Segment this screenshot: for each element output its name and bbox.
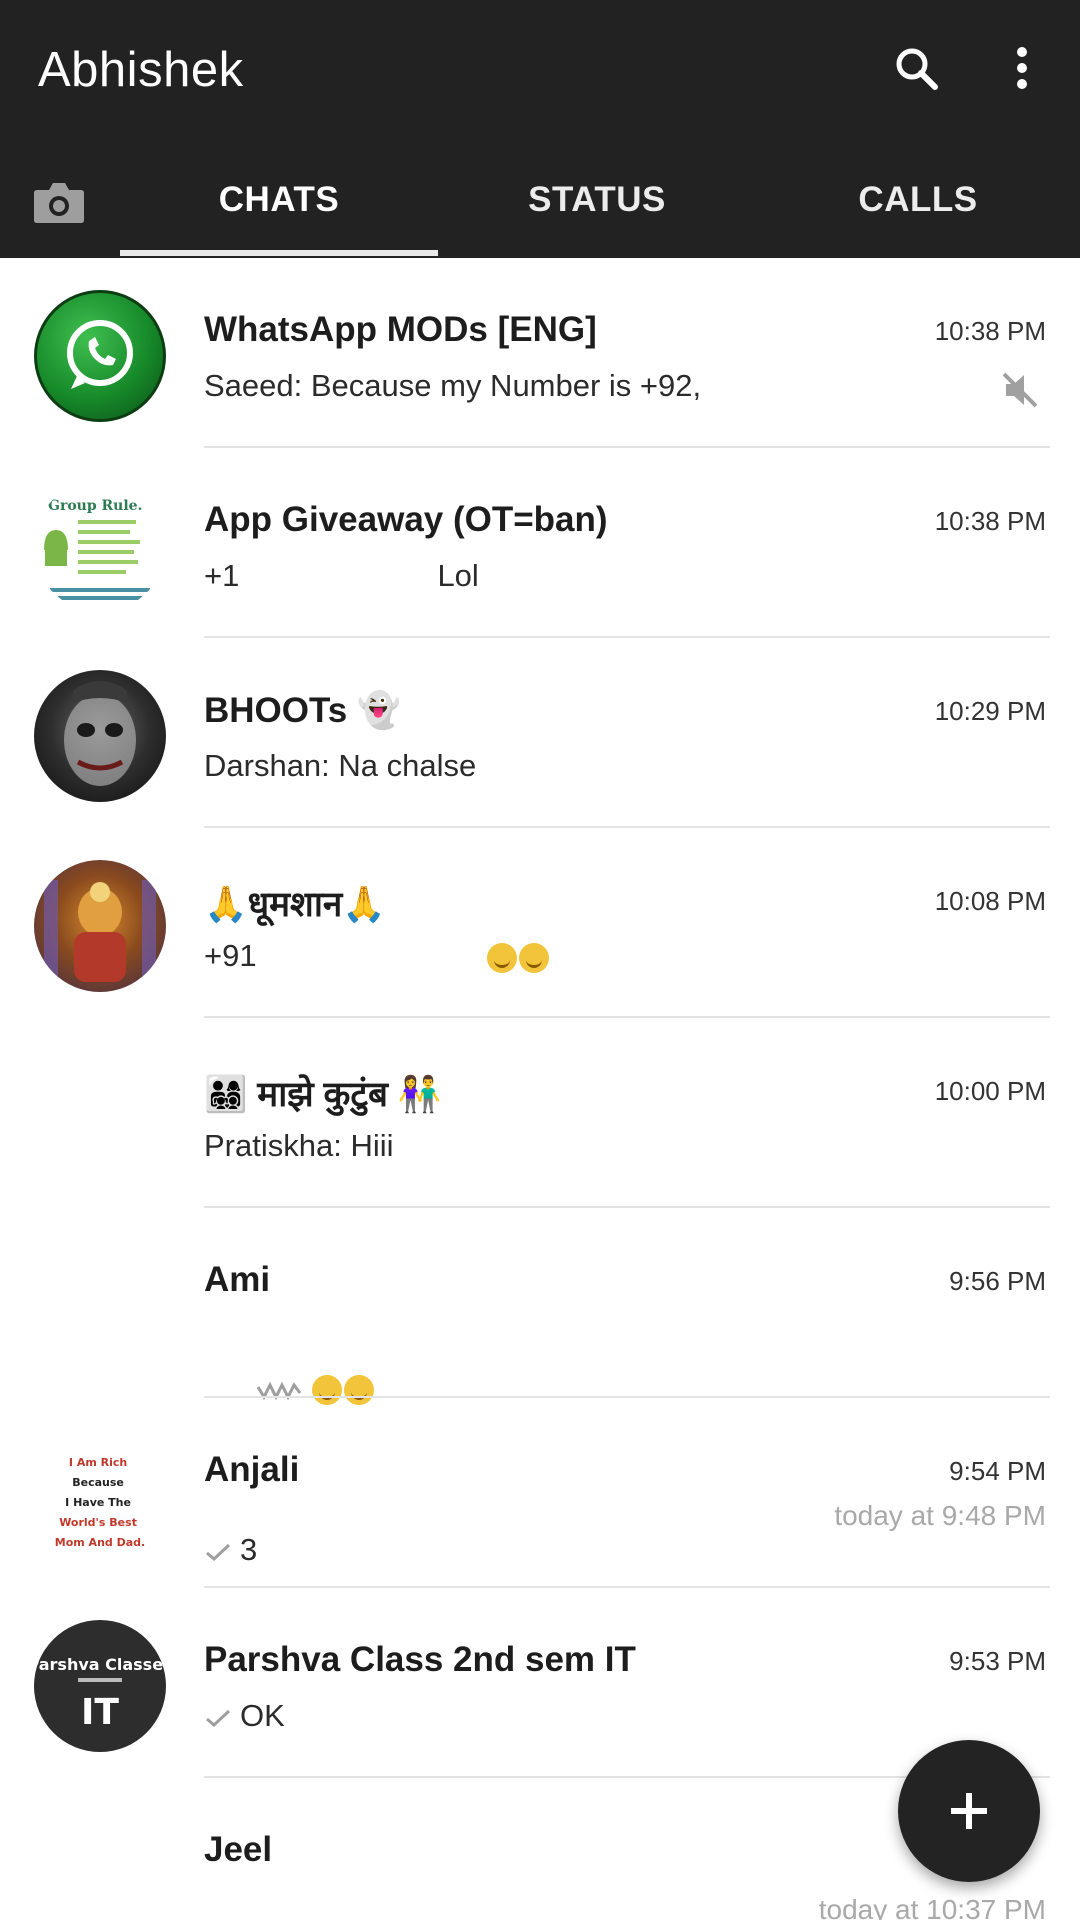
deity-image [44, 880, 156, 982]
camera-icon [34, 183, 84, 223]
avatar[interactable]: Parshva Classes IT [34, 1620, 166, 1752]
chat-name: 👨‍👩‍👧‍👦 माझे कुटुंब 👫 [204, 1075, 442, 1114]
chat-row-app-giveaway[interactable]: Group Rule. App Giveaway (OT=ban) 10:38 … [0, 448, 1080, 638]
plus-icon [951, 1793, 987, 1829]
chat-preview: Pratiskha: Hiii [204, 1128, 394, 1163]
chat-preview: 3 [204, 1532, 804, 1568]
more-vert-icon [1017, 47, 1027, 89]
svg-text:I Am Rich Because: I Am Rich Because I Have The World's Bes… [55, 1456, 145, 1549]
chat-preview: +1 Lol [204, 558, 479, 593]
chat-name: 🙏धूमशान🙏 [204, 885, 386, 924]
chat-row-bhoots[interactable]: BHOOTs 👻 10:29 PM Darshan: Na chalse [0, 638, 1080, 828]
tab-chats[interactable]: CHATS [120, 160, 438, 258]
chat-time: 9:56 PM [949, 1266, 1046, 1296]
chat-preview: Darshan: Na chalse [204, 748, 477, 783]
chat-time: 10:38 PM [934, 316, 1046, 346]
tab-indicator [120, 250, 438, 256]
parshva-classes-image: Parshva Classes IT [34, 1655, 166, 1733]
tab-status[interactable]: STATUS [438, 160, 756, 258]
svg-text:IT: IT [81, 1692, 119, 1733]
whatsapp-logo-icon [67, 320, 133, 389]
avatar[interactable]: Group Rule. [34, 480, 166, 612]
quote-image: I Am Rich Because I Have The World's Bes… [55, 1456, 145, 1549]
check-icon [206, 1709, 231, 1727]
grinning-sweat-emoji-icon [518, 942, 549, 973]
chat-row-family[interactable]: 👨‍👩‍👧‍👦 माझे कुटुंब 👫 10:00 PM Pratiskha… [0, 1018, 1080, 1208]
chat-row-whatsapp-mods[interactable]: WhatsApp MODs [ENG] 10:38 PM Saeed: Beca… [0, 258, 1080, 448]
chat-row-anjali[interactable]: I Am Rich Because I Have The World's Bes… [0, 1398, 1080, 1588]
camera-tab[interactable] [30, 176, 88, 228]
chat-preview: +91 [204, 938, 804, 974]
tab-calls[interactable]: CALLS [756, 160, 1080, 258]
avatar[interactable] [34, 290, 166, 422]
chat-name: Jeel [204, 1830, 273, 1869]
avatar[interactable] [34, 670, 166, 802]
tab-bar: CHATS STATUS CALLS [0, 160, 1080, 258]
chat-name: Anjali [204, 1450, 300, 1489]
preview-text: OK [240, 1698, 285, 1733]
group-rules-image: Group Rule. [44, 498, 150, 600]
chat-preview: Saeed: Because my Number is +92, [204, 368, 702, 403]
more-options-button[interactable] [1000, 40, 1044, 96]
chat-time: 10:29 PM [934, 696, 1046, 726]
app-title: Abhishek [38, 43, 244, 97]
chat-list: WhatsApp MODs [ENG] 10:38 PM Saeed: Beca… [0, 258, 1080, 1920]
chat-row-ami[interactable]: Ami 9:56 PM [0, 1208, 1080, 1405]
chat-time: 10:00 PM [934, 1076, 1046, 1106]
muted-speaker-icon [1002, 372, 1038, 408]
preview-text: +91 [204, 938, 257, 973]
chat-time: 9:54 PM [949, 1456, 1046, 1486]
grinning-sweat-emoji-icon [486, 942, 517, 973]
check-icon [206, 1543, 231, 1561]
joker-face-image [64, 681, 136, 786]
app-bar: Abhishek CHATS STATUS CALLS [0, 0, 1080, 258]
chat-name: Parshva Class 2nd sem IT [204, 1640, 636, 1679]
chat-row-parshva[interactable]: Parshva Classes IT Parshva Class 2nd sem… [0, 1588, 1080, 1778]
avatar[interactable] [34, 860, 166, 992]
search-icon [896, 48, 938, 90]
chat-time: 10:08 PM [934, 886, 1046, 916]
svg-text:Group Rule.: Group Rule. [48, 498, 142, 514]
chat-last-seen: today at 9:48 PM [834, 1500, 1046, 1531]
chat-last-seen: today at 10:37 PM [818, 1894, 1046, 1920]
chat-time: 10:38 PM [934, 506, 1046, 536]
chat-name: Ami [204, 1260, 271, 1299]
search-button[interactable] [888, 40, 944, 96]
svg-text:Parshva Classes: Parshva Classes [34, 1655, 166, 1674]
new-chat-fab[interactable] [898, 1740, 1040, 1882]
chat-row-dhumshan[interactable]: 🙏धूमशान🙏 10:08 PM +91 [0, 828, 1080, 1018]
chat-time: 9:53 PM [949, 1646, 1046, 1676]
avatar[interactable]: I Am Rich Because I Have The World's Bes… [34, 1430, 166, 1562]
chat-preview: OK [204, 1698, 804, 1734]
chat-name: WhatsApp MODs [ENG] [204, 310, 597, 349]
chat-name: App Giveaway (OT=ban) [204, 500, 608, 539]
chat-name: BHOOTs 👻 [204, 691, 401, 730]
preview-text: 3 [240, 1532, 258, 1567]
